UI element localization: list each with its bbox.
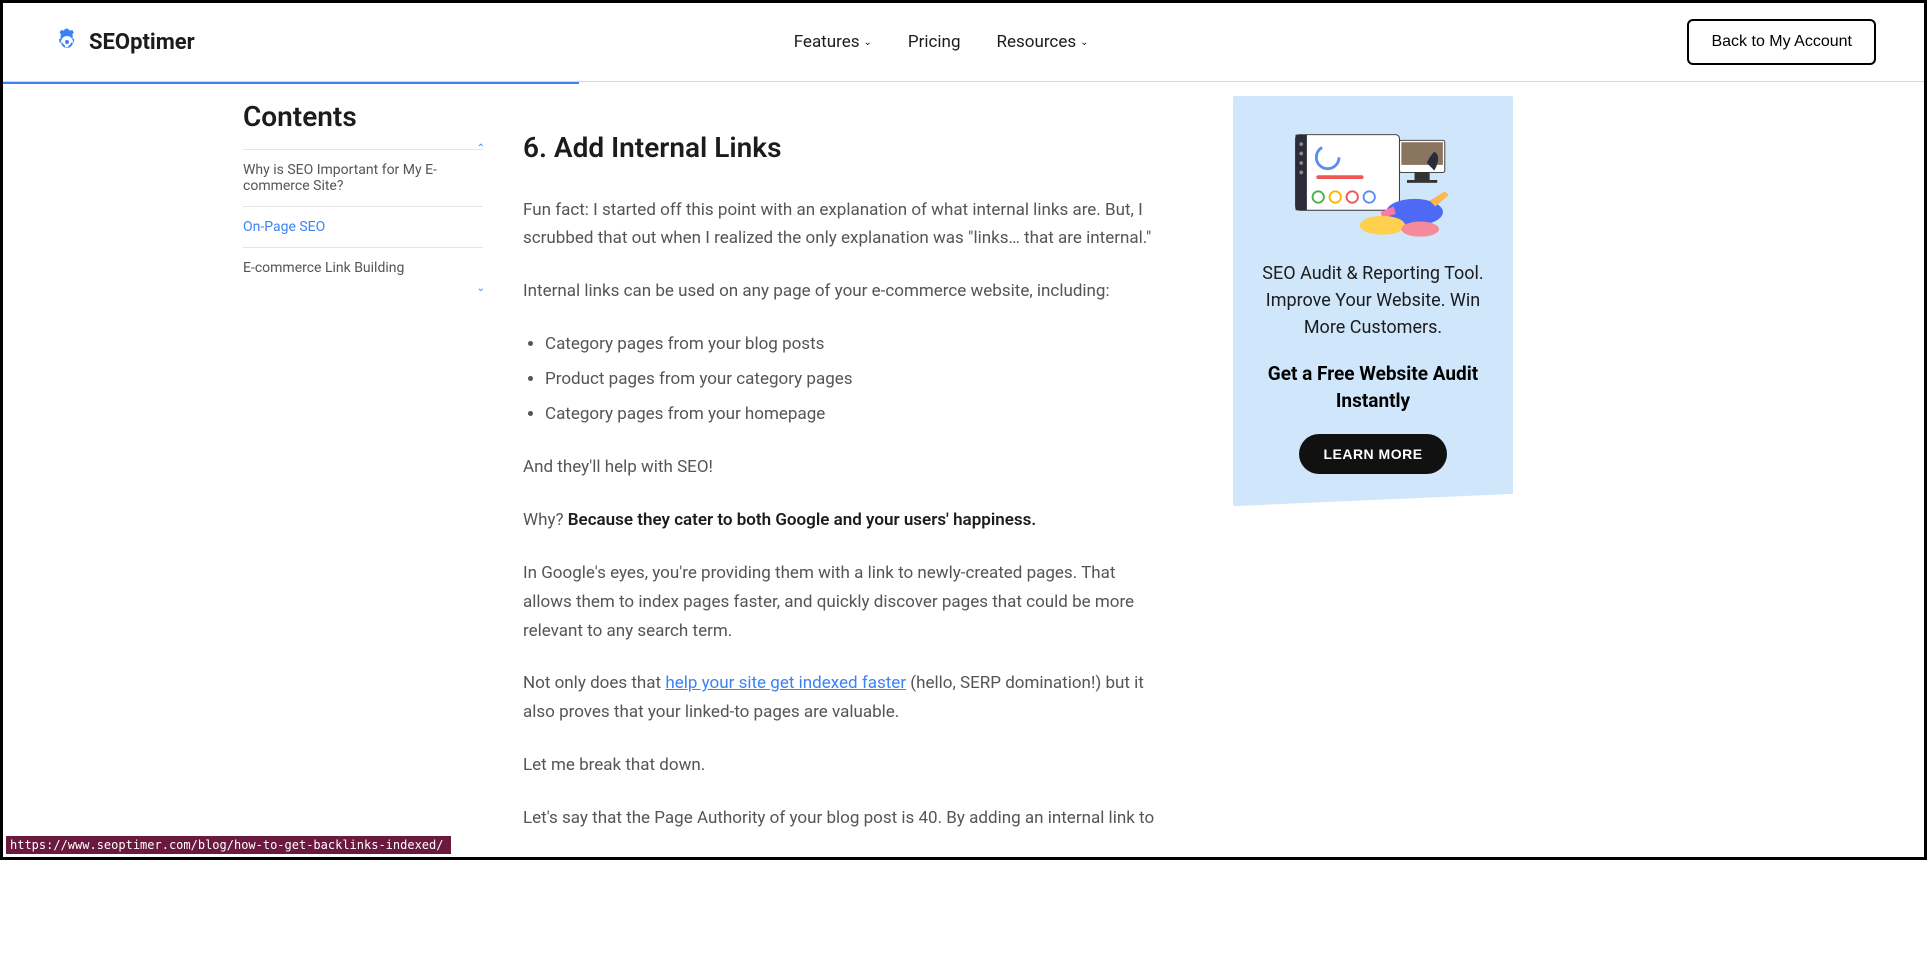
bullet-list: Category pages from your blog posts Prod… <box>545 330 1163 429</box>
chevron-down-icon: ⌄ <box>1080 37 1088 48</box>
paragraph: And they'll help with SEO! <box>523 453 1163 482</box>
paragraph: Internal links can be used on any page o… <box>523 277 1163 306</box>
text-span: Why? <box>523 510 568 530</box>
paragraph: Let's say that the Page Authority of you… <box>523 804 1163 833</box>
back-to-account-button[interactable]: Back to My Account <box>1687 19 1876 65</box>
caret-down-icon: ⌄ <box>477 283 485 294</box>
nav-resources[interactable]: Resources ⌄ <box>997 32 1089 52</box>
text-strong: Because they cater to both Google and yo… <box>568 510 1036 530</box>
chevron-down-icon: ⌄ <box>864 37 872 48</box>
toc-title: Contents <box>243 100 483 133</box>
nav-features-label: Features <box>794 32 860 52</box>
brand-logo[interactable]: SEOptimer <box>51 26 195 58</box>
nav-features[interactable]: Features ⌄ <box>794 32 872 52</box>
toc-item-why-seo[interactable]: Why is SEO Important for My E-commerce S… <box>243 149 483 206</box>
paragraph: Let me break that down. <box>523 751 1163 780</box>
learn-more-button[interactable]: LEARN MORE <box>1299 434 1446 474</box>
inline-link-indexed-faster[interactable]: help your site get indexed faster <box>665 673 906 693</box>
section-heading: 6. Add Internal Links <box>523 124 1163 172</box>
paragraph: Fun fact: I started off this point with … <box>523 196 1163 254</box>
toc-item-link-building[interactable]: E-commerce Link Building <box>243 247 483 288</box>
promo-heading: Get a Free Website Audit Instantly <box>1251 361 1495 414</box>
toc-sidebar: Contents ⌃ Why is SEO Important for My E… <box>243 84 483 857</box>
main-nav: Features ⌄ Pricing Resources ⌄ <box>794 32 1089 52</box>
brand-name: SEOptimer <box>89 30 195 55</box>
toc-item-on-page-seo[interactable]: On-Page SEO <box>243 206 483 247</box>
promo-sidebar: SEO Audit & Reporting Tool. Improve Your… <box>1233 96 1513 506</box>
nav-resources-label: Resources <box>997 32 1077 52</box>
toc-item-label: On-Page SEO <box>243 219 325 235</box>
list-item: Product pages from your category pages <box>545 365 1163 394</box>
paragraph: Why? Because they cater to both Google a… <box>523 506 1163 535</box>
site-header: SEOptimer Features ⌄ Pricing Resources ⌄… <box>3 3 1924 82</box>
logo-icon <box>51 26 83 58</box>
main-layout: Contents ⌃ Why is SEO Important for My E… <box>3 84 1553 857</box>
list-item: Category pages from your blog posts <box>545 330 1163 359</box>
paragraph: In Google's eyes, you're providing them … <box>523 559 1163 646</box>
toc-item-label: Why is SEO Important for My E-commerce S… <box>243 162 437 194</box>
promo-text: SEO Audit & Reporting Tool. Improve Your… <box>1251 260 1495 341</box>
nav-pricing-label: Pricing <box>908 32 961 52</box>
article-content: 6. Add Internal Links Fun fact: I starte… <box>523 84 1163 857</box>
paragraph: Not only does that help your site get in… <box>523 669 1163 727</box>
toc-item-label: E-commerce Link Building <box>243 260 404 276</box>
promo-illustration <box>1251 120 1495 240</box>
text-span: Not only does that <box>523 673 665 693</box>
nav-pricing[interactable]: Pricing <box>908 32 961 52</box>
list-item: Category pages from your homepage <box>545 400 1163 429</box>
status-bar-link: https://www.seoptimer.com/blog/how-to-ge… <box>6 836 451 854</box>
